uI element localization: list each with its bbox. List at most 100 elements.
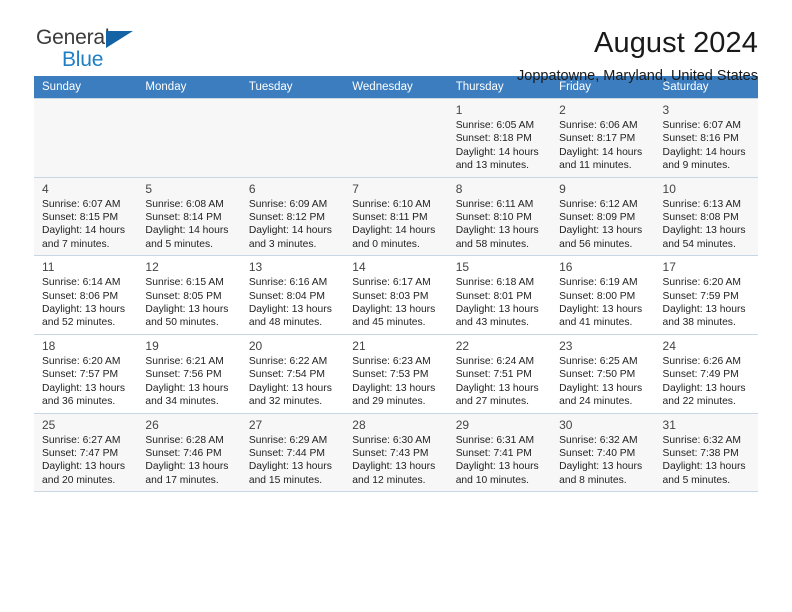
day-number: 28 [352,417,366,432]
day-detail: Sunrise: 6:17 AM Sunset: 8:03 PM Dayligh… [352,277,436,329]
day-cell[interactable]: 10 Sunrise: 6:13 AM Sunset: 8:08 PM Dayl… [654,176,758,257]
day-cell[interactable]: 7 Sunrise: 6:10 AM Sunset: 8:11 PM Dayli… [344,176,448,257]
day-cell[interactable]: 1 Sunrise: 6:05 AM Sunset: 8:18 PM Dayli… [447,98,552,178]
day-cell[interactable]: 11 Sunrise: 6:14 AM Sunset: 8:06 PM Dayl… [34,255,138,335]
day-number: 9 [559,181,566,196]
day-number: 29 [455,417,470,432]
day-detail: Sunrise: 6:12 AM Sunset: 8:09 PM Dayligh… [559,198,643,250]
day-cell[interactable]: 5 Sunrise: 6:08 AM Sunset: 8:14 PM Dayli… [137,176,241,257]
day-number: 10 [662,181,676,196]
day-detail: Sunrise: 6:27 AM Sunset: 7:47 PM Dayligh… [42,434,125,486]
day-cell[interactable]: 21 Sunrise: 6:23 AM Sunset: 7:53 PM Dayl… [344,333,448,414]
day-cell[interactable]: 31 Sunrise: 6:32 AM Sunset: 7:38 PM Dayl… [654,412,758,493]
day-cell[interactable]: 15 Sunrise: 6:18 AM Sunset: 8:01 PM Dayl… [447,255,552,335]
day-number: 22 [455,338,470,353]
day-cell[interactable]: 30 Sunrise: 6:32 AM Sunset: 7:40 PM Dayl… [551,412,655,493]
day-cell[interactable]: 14 Sunrise: 6:17 AM Sunset: 8:03 PM Dayl… [344,255,448,335]
day-detail: Sunrise: 6:20 AM Sunset: 7:59 PM Dayligh… [662,277,746,329]
day-cell-empty [137,98,241,178]
day-number: 30 [559,417,573,432]
day-number: 25 [42,417,56,432]
day-detail: Sunrise: 6:16 AM Sunset: 8:04 PM Dayligh… [248,277,332,329]
day-cell[interactable]: 9 Sunrise: 6:12 AM Sunset: 8:09 PM Dayli… [551,176,655,257]
calendar-week-row: 18 Sunrise: 6:20 AM Sunset: 7:57 PM Dayl… [34,333,758,414]
day-cell[interactable]: 23 Sunrise: 6:25 AM Sunset: 7:50 PM Dayl… [551,333,655,414]
day-number: 15 [455,260,470,275]
day-detail: Sunrise: 6:24 AM Sunset: 7:51 PM Dayligh… [455,355,539,408]
day-detail: Sunrise: 6:14 AM Sunset: 8:06 PM Dayligh… [42,277,125,329]
day-detail: Sunrise: 6:05 AM Sunset: 8:18 PM Dayligh… [455,120,539,172]
day-detail: Sunrise: 6:10 AM Sunset: 8:11 PM Dayligh… [352,198,436,250]
day-cell[interactable]: 24 Sunrise: 6:26 AM Sunset: 7:49 PM Dayl… [654,333,758,414]
day-number: 16 [559,260,573,275]
day-cell[interactable]: 3 Sunrise: 6:07 AM Sunset: 8:16 PM Dayli… [654,98,758,178]
day-number: 21 [352,338,366,353]
day-cell[interactable]: 16 Sunrise: 6:19 AM Sunset: 8:00 PM Dayl… [551,255,655,335]
day-cell[interactable]: 27 Sunrise: 6:29 AM Sunset: 7:44 PM Dayl… [240,412,345,493]
day-detail: Sunrise: 6:15 AM Sunset: 8:05 PM Dayligh… [145,277,229,329]
sunrise-sunset-calendar-table: Sunday Monday Tuesday Wednesday Thursday… [34,76,758,493]
day-cell[interactable]: 26 Sunrise: 6:28 AM Sunset: 7:46 PM Dayl… [137,412,241,493]
general-blue-logo[interactable]: General Blue [34,26,156,78]
day-cell[interactable]: 12 Sunrise: 6:15 AM Sunset: 8:05 PM Dayl… [137,255,241,335]
day-number: 20 [248,338,263,353]
day-cell[interactable]: 2 Sunrise: 6:06 AM Sunset: 8:17 PM Dayli… [551,98,655,178]
day-detail: Sunrise: 6:32 AM Sunset: 7:40 PM Dayligh… [559,434,643,486]
page-subtitle: Joppatowne, Maryland, United States [517,68,758,84]
weekday-header-monday: Monday [137,76,241,99]
day-detail: Sunrise: 6:07 AM Sunset: 8:15 PM Dayligh… [42,198,125,250]
weekday-header-wednesday: Wednesday [344,76,448,99]
calendar-week-row: 1 Sunrise: 6:05 AM Sunset: 8:18 PM Dayli… [34,98,758,178]
day-number: 19 [145,338,159,353]
day-detail: Sunrise: 6:07 AM Sunset: 8:16 PM Dayligh… [662,120,746,172]
day-number: 14 [352,260,366,275]
day-number: 7 [352,181,359,196]
day-number: 4 [42,181,49,196]
day-detail: Sunrise: 6:13 AM Sunset: 8:08 PM Dayligh… [662,198,746,250]
day-number: 5 [145,181,153,196]
day-number: 1 [455,103,463,117]
day-number: 6 [248,181,256,196]
day-cell[interactable]: 4 Sunrise: 6:07 AM Sunset: 8:15 PM Dayli… [34,176,138,257]
day-number: 8 [455,181,463,196]
calendar-week-row: 11 Sunrise: 6:14 AM Sunset: 8:06 PM Dayl… [34,255,758,335]
day-detail: Sunrise: 6:19 AM Sunset: 8:00 PM Dayligh… [559,277,643,329]
day-cell[interactable]: 6 Sunrise: 6:09 AM Sunset: 8:12 PM Dayli… [240,176,345,257]
day-cell[interactable]: 17 Sunrise: 6:20 AM Sunset: 7:59 PM Dayl… [654,255,758,335]
day-number: 3 [662,103,670,117]
weekday-header-tuesday: Tuesday [240,76,345,99]
day-cell[interactable]: 18 Sunrise: 6:20 AM Sunset: 7:57 PM Dayl… [34,333,138,414]
calendar-body: 1 Sunrise: 6:05 AM Sunset: 8:18 PM Dayli… [34,98,758,493]
day-cell-empty [344,98,448,178]
day-detail: Sunrise: 6:25 AM Sunset: 7:50 PM Dayligh… [559,355,643,408]
calendar-week-row: 4 Sunrise: 6:07 AM Sunset: 8:15 PM Dayli… [34,176,758,257]
day-cell[interactable]: 13 Sunrise: 6:16 AM Sunset: 8:04 PM Dayl… [240,255,345,335]
day-number: 26 [145,417,159,432]
logo-triangle-icon [106,31,133,48]
day-detail: Sunrise: 6:20 AM Sunset: 7:57 PM Dayligh… [42,355,125,408]
day-cell[interactable]: 29 Sunrise: 6:31 AM Sunset: 7:41 PM Dayl… [447,412,552,493]
day-detail: Sunrise: 6:21 AM Sunset: 7:56 PM Dayligh… [145,355,229,408]
day-cell-empty [240,98,345,178]
day-cell[interactable]: 28 Sunrise: 6:30 AM Sunset: 7:43 PM Dayl… [344,412,448,493]
day-number: 18 [42,338,56,353]
day-cell[interactable]: 8 Sunrise: 6:11 AM Sunset: 8:10 PM Dayli… [447,176,552,257]
day-number: 24 [662,338,676,353]
day-number: 17 [662,260,676,275]
day-detail: Sunrise: 6:32 AM Sunset: 7:38 PM Dayligh… [662,434,746,486]
day-cell[interactable]: 20 Sunrise: 6:22 AM Sunset: 7:54 PM Dayl… [240,333,345,414]
day-number: 31 [662,417,676,432]
page-header: General Blue August 2024 Joppatowne, Mar… [34,0,758,84]
day-number: 23 [559,338,573,353]
day-detail: Sunrise: 6:06 AM Sunset: 8:17 PM Dayligh… [559,120,643,172]
day-cell[interactable]: 19 Sunrise: 6:21 AM Sunset: 7:56 PM Dayl… [137,333,241,414]
day-number: 12 [145,260,159,275]
day-detail: Sunrise: 6:28 AM Sunset: 7:46 PM Dayligh… [145,434,229,486]
day-number: 2 [559,103,566,117]
day-detail: Sunrise: 6:22 AM Sunset: 7:54 PM Dayligh… [248,355,332,408]
day-detail: Sunrise: 6:18 AM Sunset: 8:01 PM Dayligh… [455,277,539,329]
day-cell[interactable]: 25 Sunrise: 6:27 AM Sunset: 7:47 PM Dayl… [34,412,138,493]
day-cell[interactable]: 22 Sunrise: 6:24 AM Sunset: 7:51 PM Dayl… [447,333,552,414]
day-number: 13 [248,260,263,275]
day-detail: Sunrise: 6:30 AM Sunset: 7:43 PM Dayligh… [352,434,436,486]
